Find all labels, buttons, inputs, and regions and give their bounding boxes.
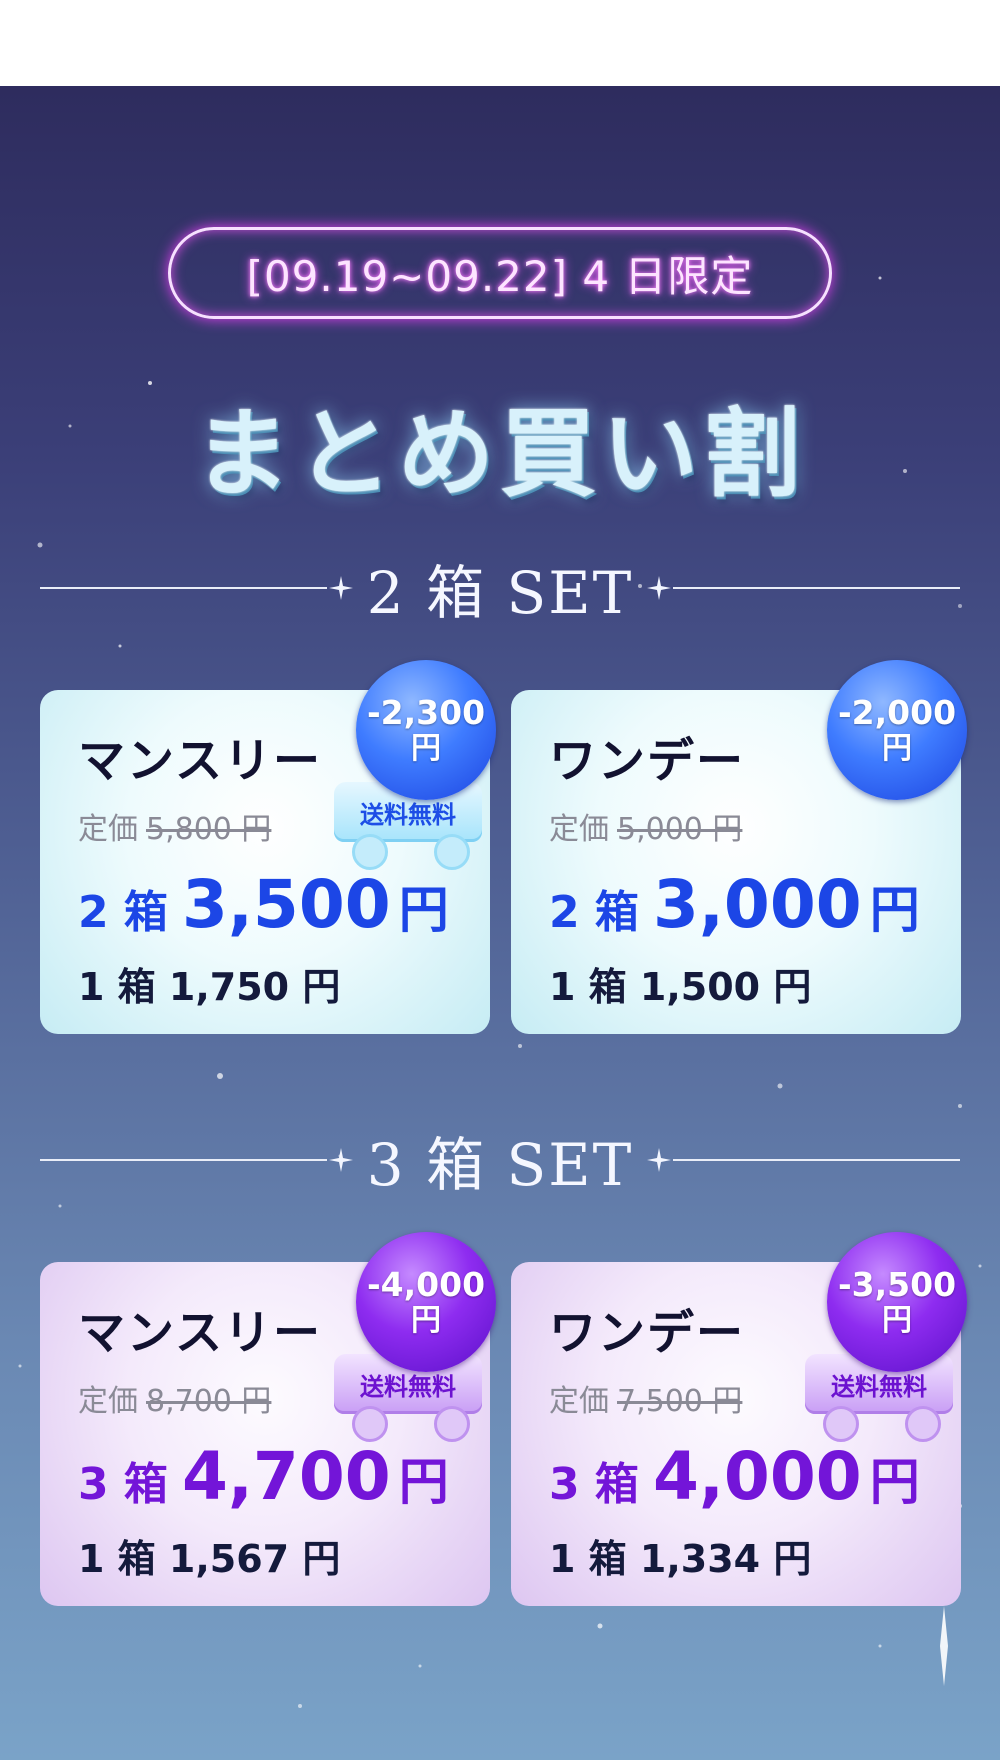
sparkle-icon <box>327 574 355 602</box>
campaign-period-pill: [09.19~09.22] 4 日限定 <box>168 227 832 319</box>
discount-badge: -3,500 円 <box>827 1232 967 1372</box>
list-price-value: 7,500 円 <box>617 1384 743 1419</box>
product-name: ワンデー <box>549 1306 745 1361</box>
set-price-amount: 3,500 <box>181 866 391 943</box>
set-price-amount: 3,000 <box>652 866 862 943</box>
set-price: 2 箱 3,000 円 <box>549 866 920 943</box>
divider-line <box>673 1159 961 1161</box>
campaign-period-text: [09.19~09.22] 4 日限定 <box>246 251 754 301</box>
discount-yen: 円 <box>882 1302 912 1338</box>
sparkle-icon <box>645 574 673 602</box>
discount-amount: -4,000 <box>366 1265 486 1305</box>
list-price: 定価 5,800 円 <box>78 804 271 848</box>
divider-line <box>673 587 961 589</box>
truck-wheel <box>823 1406 859 1442</box>
sparkle-icon <box>327 1146 355 1174</box>
list-price-value: 5,800 円 <box>146 812 272 847</box>
unit-price: 1 箱 1,500 円 <box>549 965 812 1009</box>
set-price: 3 箱 4,000 円 <box>549 1438 920 1515</box>
box-count: 2 箱 <box>549 887 639 938</box>
yen-unit: 円 <box>869 881 920 939</box>
truck-wheel <box>352 1406 388 1442</box>
unit-price: 1 箱 1,334 円 <box>549 1537 812 1581</box>
box-count: 2 箱 <box>78 887 168 938</box>
truck-wheel <box>434 834 470 870</box>
yen-unit: 円 <box>398 881 449 939</box>
list-price: 定価 5,000 円 <box>549 804 742 848</box>
set-price-amount: 4,000 <box>652 1438 862 1515</box>
list-price-value: 8,700 円 <box>146 1384 272 1419</box>
list-price: 定価 7,500 円 <box>549 1376 742 1420</box>
divider-line <box>40 1159 327 1161</box>
campaign-title: まとめ買い割 <box>194 397 806 510</box>
sparkle-icon <box>645 1146 673 1174</box>
truck-wheel <box>905 1406 941 1442</box>
campaign-panel: [09.19~09.22] 4 日限定 まとめ買い割 2 箱 SET マンスリー… <box>0 86 1000 1760</box>
section-heading-label: 3 箱 SET <box>366 1131 634 1199</box>
product-name: ワンデー <box>549 734 745 789</box>
box-count: 3 箱 <box>78 1459 168 1510</box>
list-price-label: 定価 <box>549 1384 609 1419</box>
discount-badge: -4,000 円 <box>356 1232 496 1372</box>
section-heading-2box: 2 箱 SET <box>40 558 961 627</box>
yen-unit: 円 <box>398 1453 449 1511</box>
truck-wheel <box>434 1406 470 1442</box>
truck-wheel <box>352 834 388 870</box>
section-heading-3box: 3 箱 SET <box>40 1130 961 1199</box>
list-price-value: 5,000 円 <box>617 812 743 847</box>
box-count: 3 箱 <box>549 1459 639 1510</box>
list-price: 定価 8,700 円 <box>78 1376 271 1420</box>
set-price-amount: 4,700 <box>181 1438 391 1515</box>
discount-amount: -2,300 <box>366 693 486 733</box>
divider-line <box>40 587 327 589</box>
discount-amount: -3,500 <box>837 1265 957 1305</box>
list-price-label: 定価 <box>78 812 138 847</box>
discount-badge: -2,300 円 <box>356 660 496 800</box>
discount-yen: 円 <box>882 730 912 766</box>
discount-amount: -2,000 <box>837 693 957 733</box>
discount-yen: 円 <box>411 1302 441 1338</box>
section-heading-label: 2 箱 SET <box>366 559 634 627</box>
list-price-label: 定価 <box>78 1384 138 1419</box>
list-price-label: 定価 <box>549 812 609 847</box>
top-white-band <box>0 0 1000 86</box>
set-price: 2 箱 3,500 円 <box>78 866 449 943</box>
discount-badge: -2,000 円 <box>827 660 967 800</box>
product-name: マンスリー <box>78 1306 323 1361</box>
product-name: マンスリー <box>78 734 323 789</box>
yen-unit: 円 <box>869 1453 920 1511</box>
unit-price: 1 箱 1,750 円 <box>78 965 341 1009</box>
discount-yen: 円 <box>411 730 441 766</box>
set-price: 3 箱 4,700 円 <box>78 1438 449 1515</box>
unit-price: 1 箱 1,567 円 <box>78 1537 341 1581</box>
